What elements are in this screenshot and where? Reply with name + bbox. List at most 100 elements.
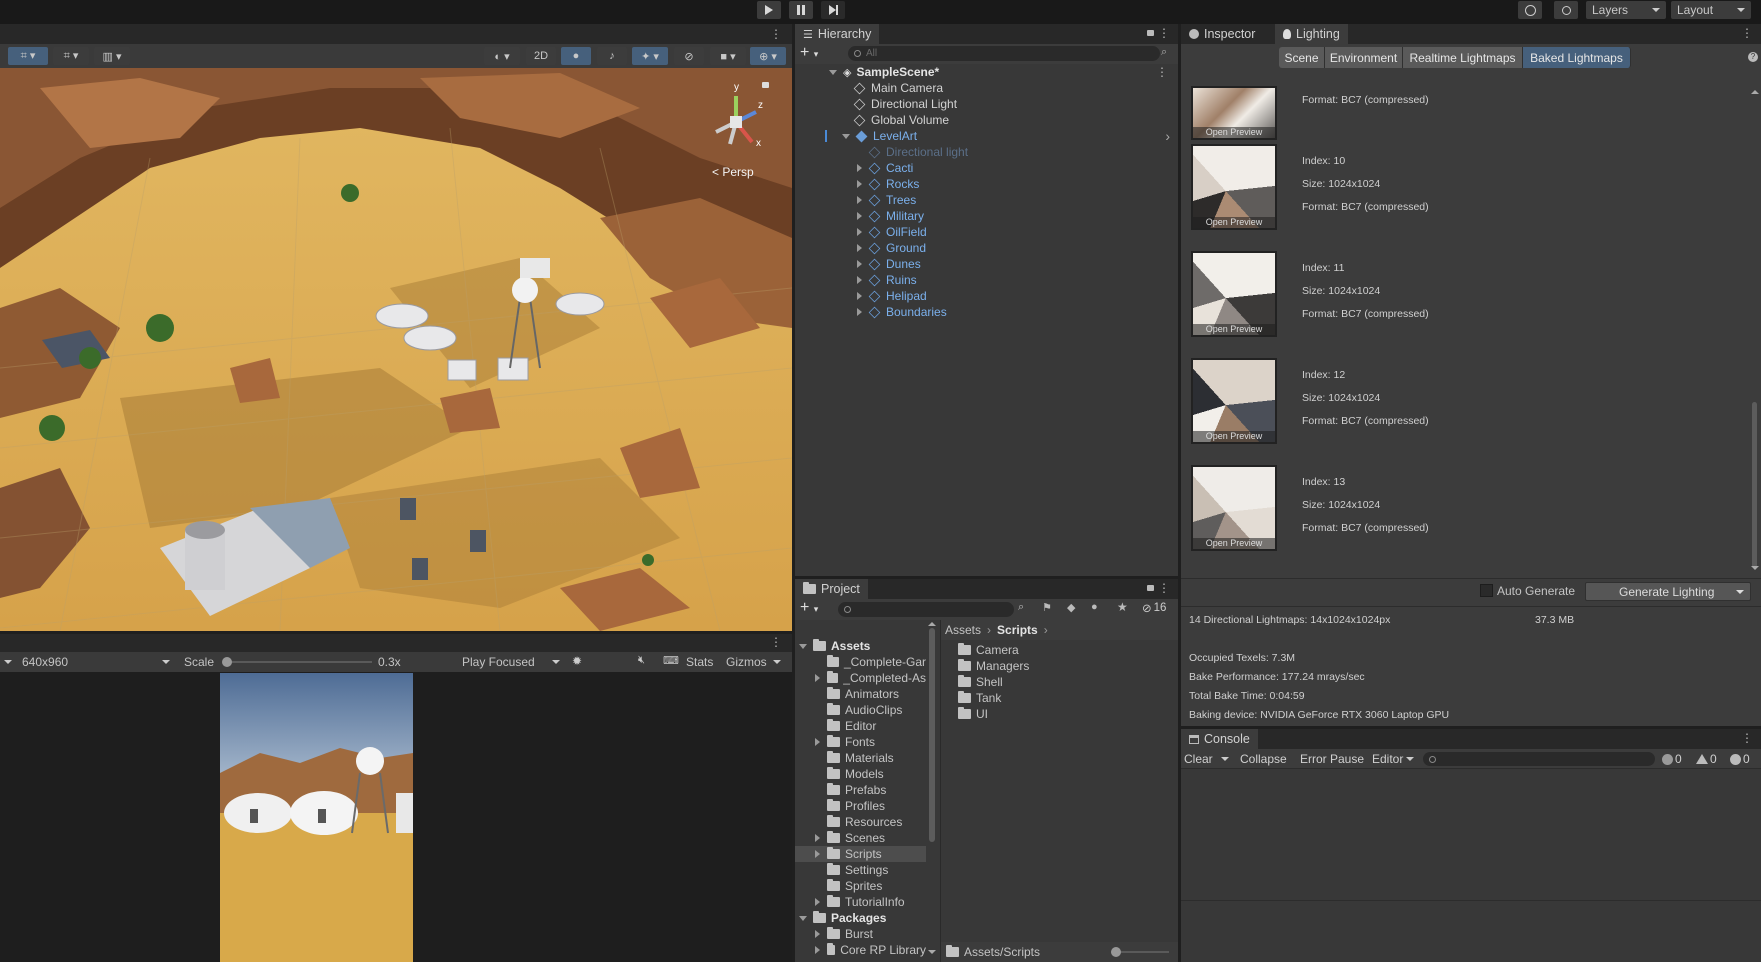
warning-filter-toggle[interactable]: 0 — [1696, 750, 1717, 768]
play-mode-dropdown[interactable]: Play Focused — [458, 652, 564, 672]
chevron-right-icon[interactable] — [857, 260, 862, 268]
hierarchy-item[interactable]: Ground — [795, 240, 1178, 256]
lock-icon[interactable] — [1147, 30, 1154, 36]
help-icon[interactable]: ? — [1748, 52, 1758, 62]
project-folder-item[interactable]: TutorialInfo — [795, 894, 926, 910]
lighting-scrollbar[interactable] — [1752, 402, 1757, 568]
orientation-gizmo[interactable]: y z x — [704, 82, 768, 154]
project-asset-item[interactable]: Tank — [958, 690, 1001, 706]
chevron-right-icon[interactable] — [815, 850, 820, 858]
tab-project[interactable]: Project — [795, 579, 868, 599]
chevron-right-icon[interactable] — [857, 212, 862, 220]
chevron-down-icon[interactable] — [799, 643, 807, 649]
hierarchy-item[interactable]: Cacti — [795, 160, 1178, 176]
log-filter-toggle[interactable]: 0 — [1662, 750, 1682, 768]
project-root-item[interactable]: Assets — [795, 638, 926, 654]
editor-dropdown[interactable]: Editor — [1372, 750, 1415, 768]
scene-root-row[interactable]: ◈ SampleScene* ⋮ — [795, 64, 1178, 80]
chevron-right-icon[interactable] — [857, 292, 862, 300]
more-options-icon[interactable]: ⋮ — [1741, 26, 1753, 40]
create-asset-button[interactable]: + ▾ — [800, 599, 818, 617]
chevron-down-icon[interactable] — [799, 915, 807, 921]
hierarchy-item[interactable]: Military — [795, 208, 1178, 224]
project-folder-item[interactable]: Editor — [795, 718, 926, 734]
scroll-up-icon[interactable] — [1751, 90, 1759, 94]
hierarchy-item[interactable]: Trees — [795, 192, 1178, 208]
project-folder-item[interactable]: Models — [795, 766, 926, 782]
auto-generate-checkbox[interactable] — [1480, 584, 1493, 597]
project-folder-item[interactable]: Resources — [795, 814, 926, 830]
chevron-right-icon[interactable] — [815, 946, 820, 954]
mute-audio-icon[interactable]: 🔇︎ — [638, 654, 645, 667]
search-by-label-icon[interactable]: ⚑ — [1042, 601, 1052, 614]
tab-console[interactable]: Console — [1181, 729, 1258, 749]
search-options-icon[interactable]: ⌕ — [1161, 46, 1167, 59]
game-viewport[interactable] — [220, 673, 413, 962]
chevron-right-icon[interactable] — [815, 834, 820, 842]
project-asset-item[interactable]: Managers — [958, 658, 1029, 674]
chevron-down-icon[interactable] — [1220, 757, 1229, 761]
segment-realtime-lightmaps[interactable]: Realtime Lightmaps — [1403, 47, 1523, 68]
project-folder-item[interactable]: Prefabs — [795, 782, 926, 798]
console-search-input[interactable] — [1423, 752, 1655, 766]
breadcrumb-scripts[interactable]: Scripts — [997, 623, 1038, 637]
toggle-2d-button[interactable]: 2D — [526, 47, 556, 65]
error-pause-button[interactable]: Error Pause — [1300, 750, 1364, 768]
warning-filter-icon[interactable]: ● — [1091, 601, 1098, 613]
hierarchy-item[interactable]: OilField — [795, 224, 1178, 240]
scale-slider[interactable] — [222, 657, 372, 667]
project-search-input[interactable] — [838, 602, 1014, 617]
breadcrumb-assets[interactable]: Assets — [945, 623, 981, 637]
display-dropdown-arrow[interactable] — [4, 660, 12, 664]
hierarchy-item[interactable]: Boundaries — [795, 304, 1178, 320]
project-folder-item[interactable]: Burst — [795, 926, 926, 942]
project-folder-item[interactable]: AudioClips — [795, 702, 926, 718]
layout-dropdown[interactable]: Layout — [1671, 1, 1751, 19]
scene-visibility-button[interactable]: ⊘ — [674, 47, 704, 65]
project-folder-item[interactable]: Scripts — [795, 846, 926, 862]
hierarchy-search-input[interactable]: All — [848, 46, 1160, 61]
generate-lighting-button[interactable]: Generate Lighting — [1585, 582, 1751, 601]
lighting-toggle-button[interactable]: ● — [561, 47, 591, 65]
play-button[interactable] — [757, 1, 781, 19]
chevron-right-icon[interactable] — [857, 228, 862, 236]
pause-button[interactable] — [789, 1, 813, 19]
project-asset-item[interactable]: UI — [958, 706, 988, 722]
hierarchy-item[interactable]: Directional light — [795, 144, 1178, 160]
resolution-dropdown[interactable]: 640x960 — [16, 652, 176, 672]
lightmap-preview-9[interactable]: Open Preview — [1191, 86, 1277, 140]
icon-size-slider-handle[interactable] — [1111, 947, 1121, 957]
project-folder-item[interactable]: Sprites — [795, 878, 926, 894]
camera-settings-button[interactable]: ■ ▾ — [710, 47, 746, 65]
chevron-right-icon[interactable] — [815, 930, 820, 938]
open-prefab-chevron-icon[interactable]: › — [1165, 128, 1170, 144]
project-folder-item[interactable]: Animators — [795, 686, 926, 702]
lock-icon[interactable] — [1147, 585, 1154, 591]
hierarchy-item[interactable]: LevelArt › — [795, 128, 1178, 144]
tab-inspector[interactable]: Inspector — [1181, 24, 1263, 44]
favorites-icon[interactable]: ★ — [1117, 600, 1128, 614]
project-asset-item[interactable]: Shell — [958, 674, 1003, 690]
hierarchy-item[interactable]: Dunes — [795, 256, 1178, 272]
bug-icon[interactable]: ✹ — [572, 654, 582, 668]
tool-handle-button[interactable]: ⌗ ▾ — [8, 47, 48, 65]
chevron-right-icon[interactable] — [857, 180, 862, 188]
segment-scene[interactable]: Scene — [1279, 47, 1325, 68]
more-options-icon[interactable]: ⋮ — [1158, 26, 1170, 40]
hierarchy-item[interactable]: Global Volume — [795, 112, 1178, 128]
segment-environment[interactable]: Environment — [1325, 47, 1403, 68]
hidden-packages-toggle[interactable]: ⊘ 16 — [1142, 601, 1166, 615]
lightmap-preview-10[interactable]: Open Preview — [1191, 144, 1277, 230]
project-root-item[interactable]: Packages — [795, 910, 926, 926]
grid-snap-button[interactable]: ⌗ ▾ — [53, 47, 89, 65]
project-folder-item[interactable]: Scenes — [795, 830, 926, 846]
chevron-right-icon[interactable] — [815, 738, 820, 746]
tab-hierarchy[interactable]: ☰ Hierarchy — [795, 24, 880, 44]
tab-lighting[interactable]: Lighting — [1275, 24, 1348, 44]
search-by-type-icon[interactable]: ⌕ — [1018, 601, 1024, 614]
project-folder-item[interactable]: Profiles — [795, 798, 926, 814]
effects-toggle-button[interactable]: ✦ ▾ — [632, 47, 668, 65]
scene-viewport[interactable]: y z x < Persp — [0, 68, 792, 631]
more-options-icon[interactable]: ⋮ — [770, 27, 782, 41]
project-asset-item[interactable]: Camera — [958, 642, 1019, 658]
